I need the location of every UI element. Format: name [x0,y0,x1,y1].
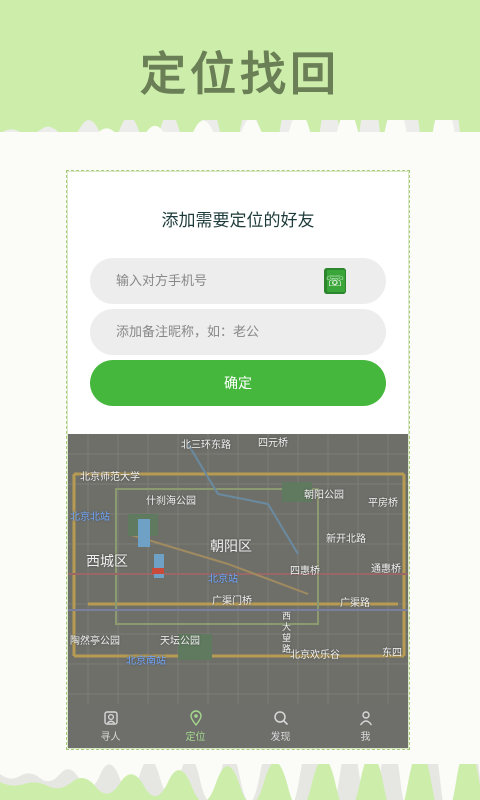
map-label: 朝阳公园 [304,490,344,501]
form-title: 添加需要定位的好友 [161,211,315,231]
tab-label: 寻人 [100,731,121,743]
hero-title: 定位找回 [140,47,340,101]
map-label: 北京南站 [126,656,166,667]
tab-find-person[interactable]: 寻人 [68,704,153,748]
map-label: 陶然亭公园 [70,636,120,647]
map-label: 新开北路 [326,534,366,545]
map-label: 四惠桥 [290,566,320,577]
bottom-tab-bar: 寻人 定位 发现 我 [68,704,408,748]
map-label: 西大望路 [282,612,292,655]
torn-paper-edge-bottom [0,764,480,800]
tab-label: 发现 [270,731,291,743]
map-label: 什刹海公园 [146,496,196,507]
location-pin-icon [189,709,202,726]
map-label: 天坛公园 [160,636,200,647]
tab-location[interactable]: 定位 [153,704,238,748]
phone-mockup: 添加需要定位的好友 ☏ 确定 [68,172,408,748]
map-label: 广渠门桥 [212,596,252,607]
map-label: 通惠桥 [371,564,401,575]
search-icon [273,710,288,725]
map-label: 平房桥 [368,498,398,509]
tab-label: 我 [360,731,371,743]
tab-me[interactable]: 我 [323,704,408,748]
map-label: 朝阳区 [210,539,252,555]
map-label: 四元桥 [258,438,288,449]
tab-discover[interactable]: 发现 [238,704,323,748]
map-label: 北京师范大学 [80,472,140,483]
tab-label: 定位 [185,731,206,743]
map-label: 北三环东路 [181,440,231,451]
map-label: 西城区 [86,554,128,570]
map-view[interactable]: 北三环东路 四元桥 北京师范大学 什刹海公园 朝阳公园 平房桥 北京北站 新开北… [68,434,408,704]
user-icon [359,710,372,725]
person-search-icon [103,710,118,725]
contacts-icon[interactable]: ☏ [324,268,346,294]
map-label: 北京北站 [70,512,110,523]
map-label: 广渠路 [340,598,370,609]
map-label: 东四 [382,648,402,659]
map-label: 北京欢乐谷 [290,650,340,661]
confirm-button[interactable]: 确定 [90,360,386,406]
map-label: 北京站 [208,574,238,585]
nickname-note-input[interactable] [90,309,386,355]
